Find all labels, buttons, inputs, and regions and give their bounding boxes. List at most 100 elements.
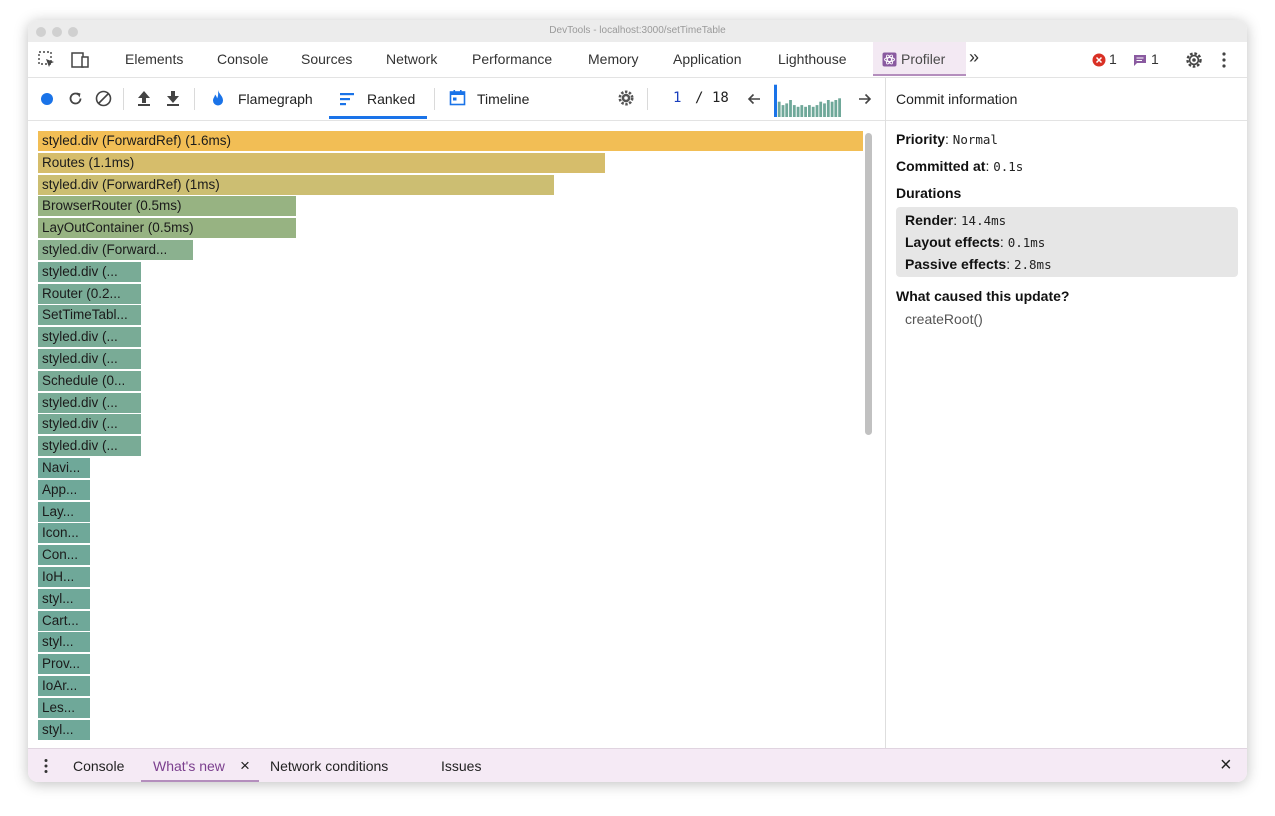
next-commit-arrow-icon[interactable] (857, 91, 873, 107)
commit-bar[interactable] (830, 101, 834, 117)
tab-performance[interactable]: Performance (472, 51, 552, 67)
ranked-bar[interactable]: styl... (38, 588, 90, 609)
tab-network[interactable]: Network (386, 51, 437, 67)
commit-total: 18 (712, 90, 729, 106)
tab-memory[interactable]: Memory (588, 51, 639, 67)
ranked-bar[interactable]: Cart... (38, 610, 90, 631)
ranked-bar[interactable]: Les... (38, 697, 90, 718)
message-icon[interactable] (1133, 54, 1147, 67)
ranked-bar[interactable]: Routes (1.1ms) (38, 152, 605, 173)
message-count[interactable]: 1 (1151, 51, 1159, 67)
flame-icon[interactable] (210, 89, 226, 107)
commit-selector-chart[interactable] (774, 81, 842, 117)
commit-bar[interactable] (808, 105, 811, 117)
ranked-bar[interactable]: styl... (38, 632, 90, 653)
ranked-bar[interactable]: styled.div (... (38, 327, 141, 348)
toolbar-separator (434, 88, 435, 110)
ranked-bar[interactable]: Con... (38, 545, 90, 566)
more-tabs-button[interactable]: » (969, 47, 979, 68)
commit-bar[interactable] (800, 105, 804, 117)
ranked-bar[interactable]: styled.div (... (38, 349, 141, 369)
drawer-tab-console[interactable]: Console (73, 758, 124, 774)
title-bar: DevTools - localhost:3000/setTimeTable (28, 20, 1247, 43)
ranked-bar[interactable]: SetTimeTabl... (38, 305, 141, 326)
ranked-bar[interactable]: Icon... (38, 523, 90, 544)
clear-profile-icon[interactable] (95, 90, 112, 107)
tab-application[interactable]: Application (673, 51, 742, 67)
ranked-bar[interactable]: styled.div (... (38, 392, 141, 413)
record-icon[interactable] (40, 92, 54, 106)
error-count[interactable]: 1 (1109, 51, 1117, 67)
toolbar-separator (647, 88, 648, 110)
commit-bar[interactable] (823, 103, 826, 117)
inspect-element-icon[interactable] (37, 50, 57, 70)
ranked-bar[interactable]: Prov... (38, 654, 90, 675)
commit-bar[interactable] (777, 101, 781, 117)
layout-effects-value: 0.1ms (1007, 235, 1046, 250)
tab-lighthouse[interactable]: Lighthouse (778, 51, 847, 67)
commit-bar[interactable] (838, 98, 841, 117)
ranked-bar[interactable]: IoAr... (38, 676, 90, 696)
window-title: DevTools - localhost:3000/setTimeTable (549, 25, 726, 36)
commit-bar[interactable] (785, 103, 789, 117)
toolbar-separator (194, 88, 195, 110)
update-cause-label: What caused this update? (896, 288, 1070, 304)
ranked-icon[interactable] (339, 92, 355, 106)
settings-gear-icon[interactable] (1184, 50, 1204, 70)
passive-effects-row: Passive effects: 2.8ms (905, 256, 1052, 272)
ranked-bar[interactable]: Lay... (38, 501, 90, 522)
calendar-icon[interactable] (449, 89, 466, 106)
react-profiler-icon (882, 52, 897, 67)
previous-commit-arrow-icon[interactable] (746, 91, 762, 107)
flamegraph-tab[interactable]: Flamegraph (238, 91, 313, 107)
more-options-icon[interactable] (1221, 51, 1227, 69)
commit-bar[interactable] (826, 100, 830, 117)
timeline-tab[interactable]: Timeline (477, 91, 529, 107)
chart-scrollbar[interactable] (865, 133, 872, 435)
ranked-bar[interactable]: Router (0.2... (38, 283, 141, 304)
commit-bar[interactable] (781, 105, 785, 117)
commit-bar[interactable] (811, 106, 815, 117)
ranked-bar[interactable]: BrowserRouter (0.5ms) (38, 196, 296, 217)
close-drawer-icon[interactable]: × (1220, 754, 1232, 777)
ranked-bar[interactable]: styled.div (ForwardRef) (1ms) (38, 174, 554, 195)
reload-profile-icon[interactable] (67, 90, 84, 107)
ranked-bar[interactable]: styled.div (Forward... (38, 240, 193, 260)
commit-bar[interactable] (804, 106, 807, 117)
drawer-menu-icon[interactable] (43, 758, 49, 774)
ranked-bar[interactable]: styled.div (... (38, 261, 141, 282)
drawer-tab-network-conditions[interactable]: Network conditions (270, 758, 388, 774)
commit-bar[interactable] (834, 100, 838, 117)
ranked-bar[interactable]: Navi... (38, 458, 90, 478)
tab-sources[interactable]: Sources (301, 51, 352, 67)
commit-bar-selected[interactable] (774, 84, 777, 117)
commit-bar[interactable] (792, 105, 796, 117)
ranked-bar[interactable]: App... (38, 479, 90, 500)
device-toolbar-icon[interactable] (70, 50, 90, 70)
main-tab-bar: Elements Console Sources Network Perform… (28, 42, 1247, 78)
close-whats-new-icon[interactable]: × (240, 756, 250, 776)
commit-bar[interactable] (789, 100, 792, 117)
ranked-bar[interactable]: styled.div (ForwardRef) (1.6ms) (38, 131, 863, 151)
drawer-tab-issues[interactable]: Issues (441, 758, 481, 774)
drawer-tab-whats-new[interactable]: What's new (153, 758, 225, 774)
ranked-bar[interactable]: styl... (38, 719, 90, 740)
tab-profiler[interactable]: Profiler (901, 51, 945, 67)
commit-bar[interactable] (796, 106, 800, 117)
ranked-bar[interactable]: styled.div (... (38, 414, 141, 435)
tab-elements[interactable]: Elements (125, 51, 183, 67)
render-label: Render (905, 212, 954, 228)
download-icon[interactable] (164, 89, 182, 107)
ranked-bar[interactable]: styled.div (... (38, 436, 141, 457)
commit-bar[interactable] (815, 105, 819, 117)
commit-bar[interactable] (819, 101, 823, 117)
error-icon[interactable] (1092, 53, 1106, 67)
layout-effects-label: Layout effects (905, 234, 1000, 250)
ranked-bar[interactable]: LayOutContainer (0.5ms) (38, 218, 296, 239)
ranked-tab[interactable]: Ranked (367, 91, 415, 107)
tab-console[interactable]: Console (217, 51, 268, 67)
ranked-bar[interactable]: Schedule (0... (38, 370, 141, 391)
ranked-bar[interactable]: IoH... (38, 567, 90, 587)
profiler-settings-icon[interactable] (617, 89, 635, 107)
upload-icon[interactable] (135, 89, 153, 107)
